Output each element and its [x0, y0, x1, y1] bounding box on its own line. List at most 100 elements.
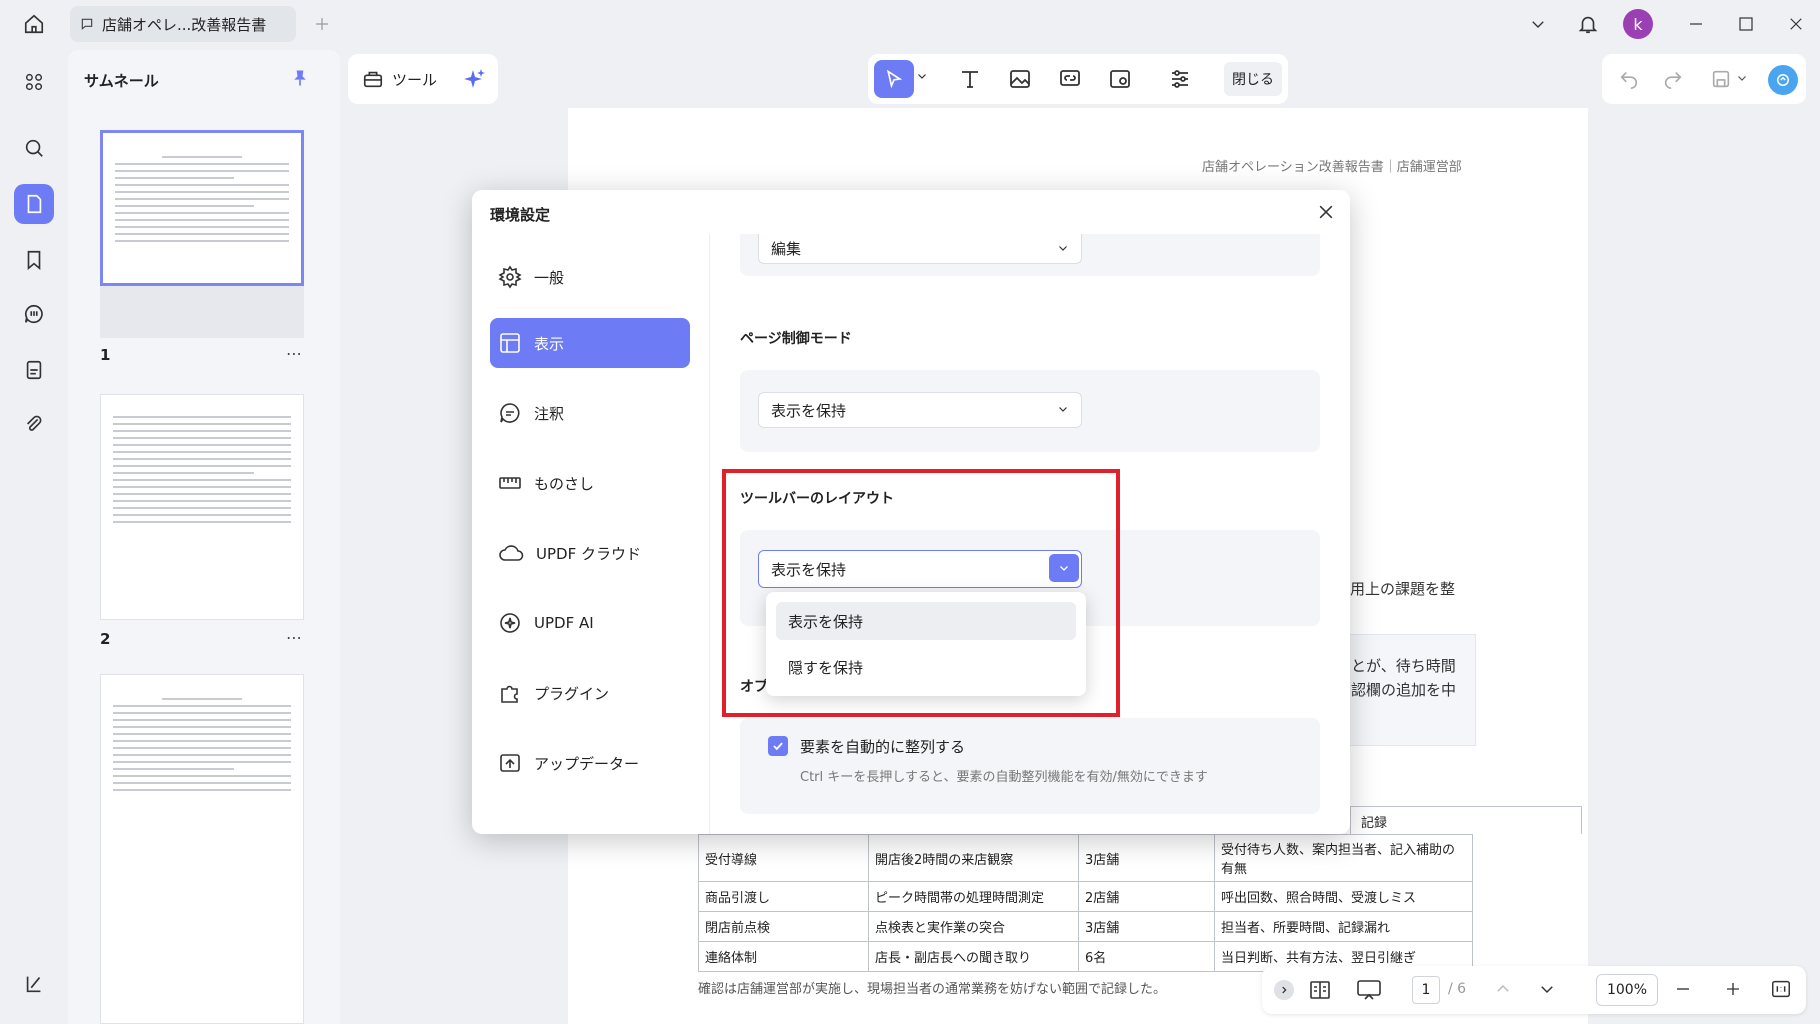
checkbox-label: 要素を自動的に整列する — [800, 738, 966, 756]
nav-label: 表示 — [534, 334, 565, 353]
doc-table: 受付導線 開店後2時間の来店観察 3店舗 受付待ち人数、案内担当者、記入補助の有無 商品… — [698, 834, 1473, 972]
redo-icon[interactable] — [1662, 68, 1684, 90]
chevron-down-icon[interactable] — [1538, 980, 1556, 998]
settings-nav: 一般 表示 注釈 ものさし UPDF クラウド UPDF AI プラグイン アッ… — [472, 234, 710, 834]
new-tab-icon[interactable] — [302, 4, 342, 44]
chevron-up-icon[interactable] — [1494, 980, 1512, 998]
table-cell: 2店舗 — [1078, 881, 1215, 912]
ai-icon — [498, 611, 522, 635]
table-row: 閉店前点検 点検表と実作業の突合 3店舗 担当者、所要時間、記録漏れ — [698, 911, 1473, 942]
undo-icon[interactable] — [1618, 68, 1640, 90]
chevron-down-icon[interactable] — [1736, 72, 1748, 84]
table-cell: 店長・副店長への聞き取り — [868, 941, 1079, 972]
page-navigation-bar: 1 / 6 100% — [1262, 966, 1806, 1014]
more-icon[interactable]: ⋯ — [286, 344, 302, 363]
table-cell: 3店舗 — [1078, 911, 1215, 942]
page-thumbnail[interactable] — [100, 130, 304, 286]
search-icon[interactable] — [14, 128, 54, 168]
table-row: 受付導線 開店後2時間の来店観察 3店舗 受付待ち人数、案内担当者、記入補助の有無 — [698, 834, 1473, 882]
table-cell: 受付待ち人数、案内担当者、記入補助の有無 — [1214, 834, 1473, 882]
nav-updater[interactable]: アップデーター — [490, 738, 690, 788]
nav-ruler[interactable]: ものさし — [490, 458, 690, 508]
nav-cloud[interactable]: UPDF クラウド — [490, 528, 690, 578]
nav-ai[interactable]: UPDF AI — [490, 598, 690, 648]
table-cell: 商品引渡し — [698, 881, 869, 912]
actual-size-icon[interactable] — [1770, 978, 1792, 1000]
image-tool-icon[interactable] — [1008, 67, 1032, 91]
annotation-icon — [498, 401, 522, 425]
paperclip-icon[interactable] — [14, 404, 54, 444]
comment-list-icon[interactable] — [14, 294, 54, 334]
close-window-icon[interactable] — [1776, 4, 1816, 44]
panel-title: サムネール — [84, 72, 159, 90]
table-cell: 点検表と実作業の突合 — [868, 911, 1079, 942]
thumbnail-continuation — [100, 286, 304, 338]
zoom-level[interactable]: 100% — [1596, 974, 1658, 1006]
nav-label: UPDF クラウド — [536, 544, 641, 563]
save-icon[interactable] — [1710, 68, 1732, 90]
attachment-doc-icon[interactable] — [14, 350, 54, 390]
update-icon — [498, 751, 522, 775]
bookmark-icon[interactable] — [14, 240, 54, 280]
page-layout-icon[interactable] — [1308, 978, 1332, 1002]
nav-annotation[interactable]: 注釈 — [490, 388, 690, 438]
nav-display[interactable]: 表示 — [490, 318, 690, 368]
home-icon[interactable] — [14, 4, 54, 44]
left-rail — [0, 50, 68, 1024]
table-cell: 担当者、所要時間、記録漏れ — [1214, 911, 1473, 942]
thumbnail-panel: サムネール 1 ⋯ 2 ⋯ — [68, 50, 340, 1024]
table-cell: 3店舗 — [1078, 834, 1215, 882]
settings-sliders-icon[interactable] — [1168, 67, 1192, 91]
title-bar: 店舗オペレ...改善報告書 k — [0, 0, 1820, 50]
presentation-icon[interactable] — [1356, 978, 1382, 1002]
page-thumbnail[interactable] — [100, 674, 304, 1024]
dialog-title: 環境設定 — [490, 206, 551, 224]
doc-header: 店舗オペレーション改善報告書｜店舗運営部 — [1202, 160, 1462, 175]
tools-label[interactable]: ツール — [392, 69, 437, 90]
page-thumbnail[interactable] — [100, 394, 304, 620]
chevron-down-icon — [1057, 403, 1069, 415]
cloud-icon — [498, 541, 524, 565]
toolbox-icon[interactable] — [362, 68, 384, 90]
chevron-down-icon[interactable] — [1518, 4, 1558, 44]
maximize-icon[interactable] — [1726, 4, 1766, 44]
avatar[interactable]: k — [1623, 9, 1653, 39]
chevron-down-icon[interactable] — [916, 70, 928, 82]
table-cell: 閉店前点検 — [698, 911, 869, 942]
stamp-tool-icon[interactable] — [1108, 67, 1132, 91]
doc-note-line: とが、待ち時間 — [1351, 657, 1456, 675]
table-cell: 連絡体制 — [698, 941, 869, 972]
page-control-select[interactable]: 表示を保持 — [758, 392, 1082, 428]
ai-sparkle-icon[interactable] — [463, 67, 487, 91]
link-tool-icon[interactable] — [1058, 67, 1082, 91]
page-control-title: ページ制御モード — [740, 331, 852, 347]
nav-general[interactable]: 一般 — [490, 252, 690, 302]
nav-label: アップデーター — [534, 754, 640, 773]
thumbnail-pages-icon[interactable] — [14, 184, 54, 224]
select-cursor-icon[interactable] — [874, 60, 914, 98]
display-layout-icon — [498, 331, 522, 355]
text-tool-icon[interactable] — [958, 67, 982, 91]
minimize-icon[interactable] — [1676, 4, 1716, 44]
layers-icon[interactable] — [14, 964, 54, 1004]
close-edit-button[interactable]: 閉じる — [1224, 62, 1282, 96]
zoom-in-icon[interactable] — [1724, 980, 1742, 998]
page-number: 1 — [100, 346, 111, 364]
document-tab[interactable]: 店舗オペレ...改善報告書 — [70, 6, 296, 42]
nav-plugin[interactable]: プラグイン — [490, 668, 690, 718]
ruler-icon — [498, 471, 522, 495]
auto-align-checkbox[interactable] — [768, 736, 788, 756]
grid-icon[interactable] — [14, 62, 54, 102]
chevron-right-icon[interactable] — [1274, 980, 1294, 1000]
close-icon[interactable] — [1316, 202, 1340, 226]
pin-icon[interactable] — [290, 68, 310, 88]
page-number-input[interactable]: 1 — [1412, 976, 1440, 1004]
checkbox-hint: Ctrl キーを長押しすると、要素の自動整列機能を有効/無効にできます — [800, 770, 1208, 785]
more-icon[interactable]: ⋯ — [286, 628, 302, 647]
highlight-frame — [722, 469, 1120, 717]
zoom-out-icon[interactable] — [1674, 980, 1692, 998]
bell-icon[interactable] — [1568, 4, 1608, 44]
nav-label: 注釈 — [534, 404, 565, 423]
cloud-sync-icon[interactable] — [1768, 65, 1798, 95]
mode-select[interactable]: 編集 — [758, 234, 1082, 264]
